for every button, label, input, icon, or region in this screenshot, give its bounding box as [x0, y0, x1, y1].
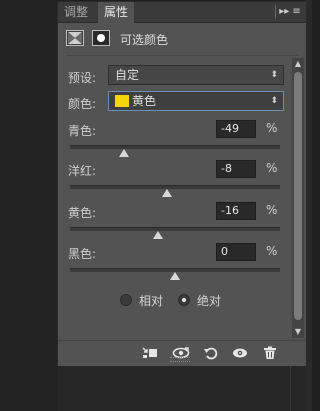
colors-dropdown[interactable]: 黄色 ⬍ — [108, 91, 284, 111]
tab-adjustments[interactable]: 调整 — [58, 2, 94, 22]
slider-black: 黑色: 0 % — [66, 243, 286, 283]
slider-magenta: 洋红: -8 % — [66, 160, 286, 200]
slider-label: 青色: — [68, 124, 97, 138]
slider-label: 洋红: — [68, 164, 97, 178]
scroll-up-arrow-icon[interactable]: ▲ — [292, 58, 304, 70]
preset-dropdown[interactable]: 自定 ⬍ — [108, 65, 284, 85]
radio-relative[interactable] — [120, 294, 132, 306]
slider-value-input[interactable]: 0 — [216, 243, 256, 261]
slider-cyan: 青色: -49 % — [66, 120, 286, 160]
radio-relative-label[interactable]: 相对 — [139, 292, 163, 309]
header-divider — [66, 55, 298, 56]
panel-footer-toolbar — [58, 340, 306, 366]
slider-label: 黄色: — [68, 206, 97, 220]
dock-divider — [290, 366, 291, 411]
panel-title: 可选颜色 — [120, 33, 169, 47]
slider-thumb[interactable] — [161, 189, 172, 197]
slider-thumb[interactable] — [118, 149, 129, 157]
panel-tab-bar: 调整 属性 ▸▸ ≡ — [58, 2, 306, 23]
adjustment-layer-icon[interactable] — [66, 30, 84, 46]
percent-unit: % — [266, 244, 278, 258]
colors-row: 颜色: 黄色 ⬍ — [66, 91, 286, 113]
radio-absolute[interactable] — [178, 294, 190, 306]
properties-panel: 调整 属性 ▸▸ ≡ 可选颜色 预设: 自定 ⬍ 颜色: 黄色 ⬍ 青色: -4… — [57, 1, 307, 366]
clip-to-layer-icon[interactable] — [142, 346, 158, 360]
slider-track[interactable] — [70, 227, 280, 231]
method-radio-group: 相对 绝对 — [120, 292, 280, 312]
yellow-swatch-icon — [115, 95, 129, 107]
dropdown-arrows-icon: ⬍ — [270, 96, 278, 106]
slider-thumb[interactable] — [153, 231, 164, 239]
scroll-thumb[interactable] — [294, 72, 302, 320]
slider-track[interactable] — [70, 145, 280, 149]
slider-value-input[interactable]: -8 — [216, 160, 256, 178]
colors-value: 黄色 — [132, 94, 157, 108]
slider-track[interactable] — [70, 185, 280, 189]
panel-menu-icon[interactable]: ▸▸ ≡ — [275, 5, 302, 19]
slider-value-input[interactable]: -16 — [216, 202, 256, 220]
panel-header: 可选颜色 — [66, 28, 298, 56]
percent-unit: % — [266, 161, 278, 175]
dropdown-arrows-icon: ⬍ — [270, 70, 278, 80]
panel-scrollbar[interactable]: ▲ ▼ — [292, 58, 304, 338]
preset-row: 预设: 自定 ⬍ — [66, 65, 286, 87]
delete-trash-icon[interactable] — [263, 346, 279, 360]
preset-label: 预设: — [68, 71, 97, 85]
preset-value: 自定 — [115, 68, 140, 82]
scroll-down-arrow-icon[interactable]: ▼ — [292, 326, 304, 338]
percent-unit: % — [266, 121, 278, 135]
resize-grip[interactable] — [170, 357, 190, 362]
slider-yellow: 黄色: -16 % — [66, 202, 286, 242]
reset-icon[interactable] — [203, 346, 219, 360]
dock-bottom-strip — [57, 366, 306, 411]
radio-absolute-label[interactable]: 绝对 — [197, 292, 221, 309]
menu-separator — [275, 5, 276, 19]
mask-icon[interactable] — [92, 30, 110, 46]
slider-thumb[interactable] — [170, 272, 180, 280]
colors-label: 颜色: — [68, 97, 97, 111]
percent-unit: % — [266, 203, 278, 217]
slider-value-input[interactable]: -49 — [216, 120, 256, 138]
slider-label: 黑色: — [68, 247, 97, 261]
tab-properties[interactable]: 属性 — [98, 2, 135, 23]
canvas-area-left — [0, 0, 57, 411]
visibility-eye-icon[interactable] — [232, 346, 248, 360]
